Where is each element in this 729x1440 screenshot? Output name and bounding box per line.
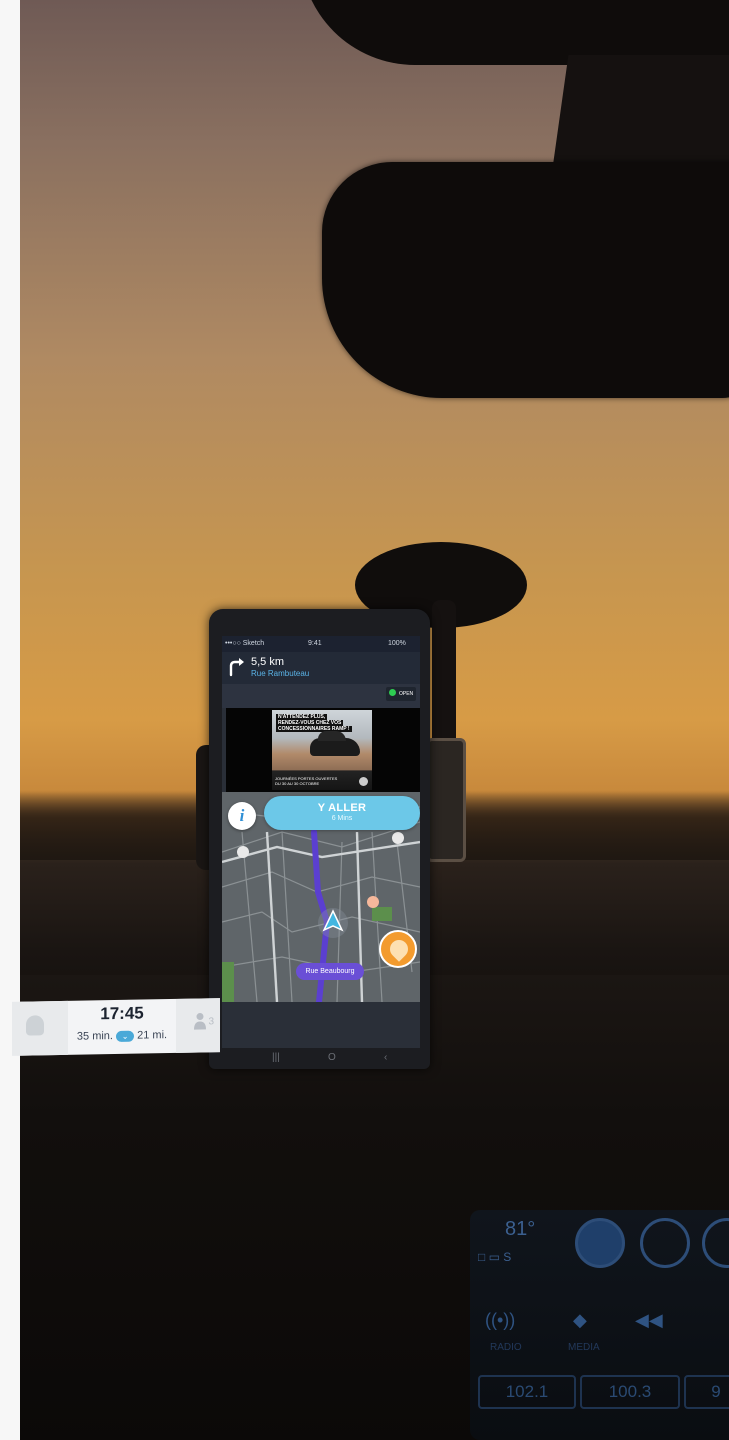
rearview-mirror bbox=[322, 162, 729, 398]
wazer-icon bbox=[392, 832, 404, 844]
map-view[interactable]: i Y ALLER 6 Mins Rue Beaubourg bbox=[222, 792, 420, 1002]
go-button-label: Y ALLER bbox=[317, 802, 367, 814]
ad-footer: JOURNÉES PORTES OUVERTES DU 30 AU 30 OCT… bbox=[275, 776, 355, 786]
riders-count: 3 bbox=[208, 1016, 214, 1028]
ghost-button[interactable] bbox=[12, 1000, 68, 1056]
status-time: 9:41 bbox=[308, 640, 322, 647]
turn-distance: 5,5 km bbox=[251, 656, 285, 668]
home-button[interactable]: O bbox=[328, 1052, 336, 1063]
station-preset: 9 bbox=[684, 1375, 729, 1409]
turn-instruction-bar[interactable]: 5,5 km Rue Rambuteau bbox=[222, 652, 420, 684]
route-line bbox=[311, 829, 330, 925]
person-icon bbox=[194, 1013, 206, 1030]
turn-street-name: Rue Rambuteau bbox=[251, 669, 310, 678]
eta-details: 35 min. ⌄ 21 mi. bbox=[68, 1029, 176, 1043]
open-badge[interactable]: OPEN bbox=[386, 687, 416, 701]
ad-banner[interactable]: N'ATTENDEZ PLUS, RENDEZ-VOUS CHEZ VOS CO… bbox=[272, 710, 372, 790]
console-knob bbox=[575, 1218, 625, 1268]
center-console: 81° □ ▭ S ((•)) ◆ ◀◀ RADIO MEDIA 102.1 1… bbox=[470, 1210, 729, 1440]
wazer-icon bbox=[367, 896, 379, 908]
riders-button[interactable]: 3 bbox=[176, 998, 220, 1053]
ghost-icon bbox=[26, 1015, 44, 1036]
console-knob bbox=[702, 1218, 729, 1268]
open-row: OPEN bbox=[222, 684, 420, 708]
console-knob bbox=[640, 1218, 690, 1268]
wazer-icon bbox=[237, 846, 249, 858]
report-button[interactable] bbox=[379, 930, 417, 968]
ad-car-image bbox=[310, 731, 360, 756]
eta-bar[interactable]: 17:45 35 min. ⌄ 21 mi. 3 bbox=[12, 998, 220, 1056]
console-temp-sub: □ ▭ S bbox=[478, 1250, 512, 1264]
recent-apps-button[interactable]: ||| bbox=[272, 1052, 280, 1063]
chevron-down-icon[interactable]: ⌄ bbox=[116, 1030, 135, 1042]
go-button[interactable]: Y ALLER 6 Mins bbox=[264, 796, 420, 830]
carrier-label: •••○○ Sketch bbox=[225, 640, 265, 647]
ad-banner-zone: N'ATTENDEZ PLUS, RENDEZ-VOUS CHEZ VOS CO… bbox=[226, 708, 420, 792]
ad-footer-2: DU 30 AU 30 OCTOBRE bbox=[275, 781, 320, 786]
station-preset: 102.1 bbox=[478, 1375, 576, 1409]
system-nav-bar: ||| O ‹ bbox=[222, 1048, 420, 1068]
brand-logo-icon bbox=[359, 777, 368, 786]
battery-label: 100% bbox=[388, 640, 406, 647]
turn-right-icon bbox=[229, 658, 244, 677]
prev-track-icon: ◀◀ bbox=[635, 1310, 663, 1330]
left-border-strip bbox=[0, 0, 20, 1440]
station-preset: 100.3 bbox=[580, 1375, 680, 1409]
current-street-pill: Rue Beaubourg bbox=[296, 963, 364, 980]
console-label-media: MEDIA bbox=[568, 1342, 600, 1353]
mount-arm bbox=[432, 600, 456, 750]
media-icon: ◆ bbox=[573, 1310, 587, 1330]
eta-duration: 35 min. bbox=[76, 1030, 113, 1043]
go-button-duration: 6 Mins bbox=[331, 815, 353, 822]
radio-icon: ((•)) bbox=[485, 1310, 516, 1330]
ad-headline: N'ATTENDEZ PLUS, RENDEZ-VOUS CHEZ VOS CO… bbox=[276, 714, 368, 732]
info-button[interactable]: i bbox=[228, 802, 256, 830]
open-label: OPEN bbox=[399, 691, 414, 697]
console-temperature: 81° bbox=[505, 1218, 536, 1240]
eta-distance: 21 mi. bbox=[137, 1029, 168, 1042]
eta-time: 17:45 bbox=[100, 1003, 144, 1024]
back-button[interactable]: ‹ bbox=[384, 1052, 387, 1063]
status-bar: •••○○ Sketch 9:41 100% bbox=[222, 636, 420, 652]
open-status-icon bbox=[389, 689, 396, 696]
phone-holder-right bbox=[426, 738, 466, 862]
console-label-radio: RADIO bbox=[490, 1342, 522, 1353]
windshield-pillar bbox=[551, 55, 729, 175]
phone-screen: •••○○ Sketch 9:41 100% 5,5 km Rue Rambut… bbox=[222, 636, 420, 1048]
